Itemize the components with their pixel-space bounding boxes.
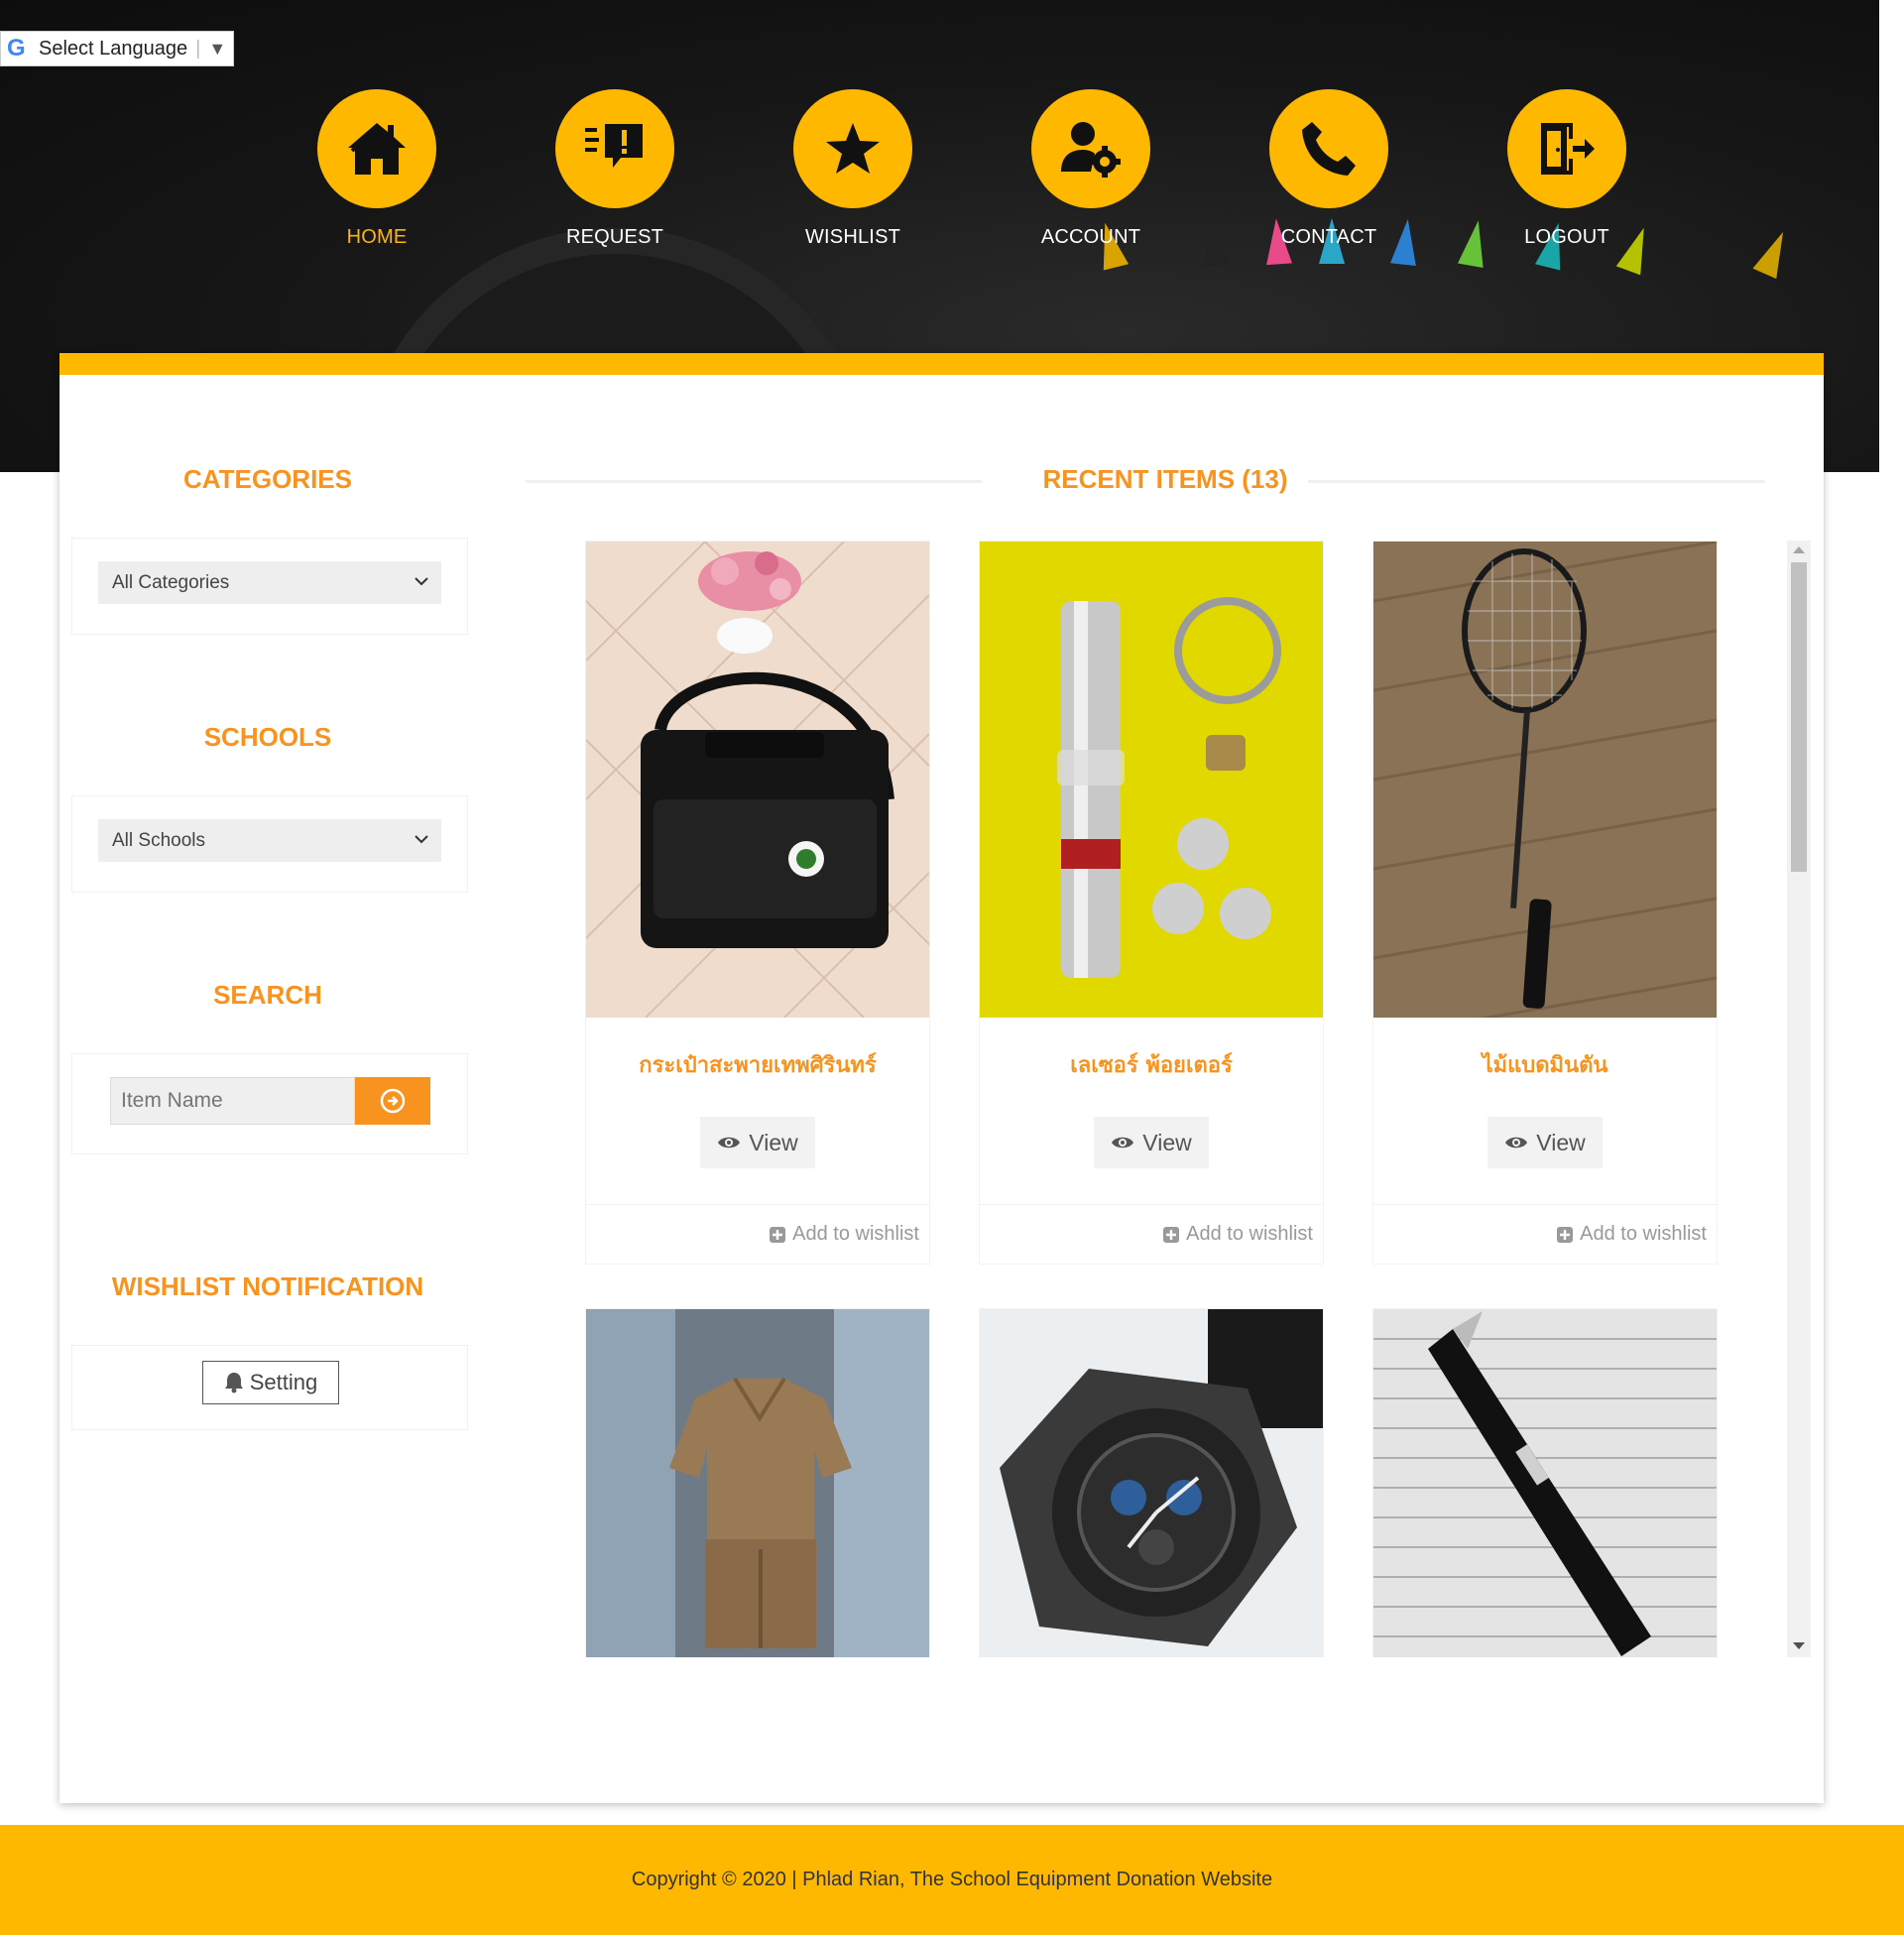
categories-box: All Categories (71, 538, 468, 635)
view-button[interactable]: View (1488, 1117, 1603, 1168)
categories-title: CATEGORIES (183, 464, 352, 494)
wishlist-notification-title: WISHLIST NOTIFICATION (111, 1271, 424, 1301)
recent-items-list[interactable]: กระเป๋าสะพายเทพศิรินทร์ View Add to wish… (536, 541, 1795, 1657)
view-label: View (1142, 1129, 1192, 1155)
plus-square-icon (770, 1226, 786, 1243)
home-icon (317, 89, 436, 208)
nav-contact[interactable]: CONTACT (1250, 89, 1408, 249)
search-box (71, 1053, 468, 1154)
chevron-down-icon (415, 835, 428, 844)
plus-square-icon (1163, 1226, 1180, 1243)
nav-home-label: HOME (346, 226, 408, 248)
search-input[interactable] (110, 1077, 355, 1125)
eye-icon (718, 1137, 741, 1149)
items-scrollbar[interactable] (1787, 541, 1811, 1657)
item-image-laser[interactable] (980, 542, 1323, 1018)
wishlist-notification-box: Setting (71, 1345, 468, 1430)
eye-icon (1112, 1137, 1134, 1149)
view-label: View (749, 1129, 798, 1155)
divider: | (195, 37, 201, 60)
add-to-wishlist-link[interactable]: Add to wishlist (1373, 1204, 1717, 1264)
add-to-wishlist-label: Add to wishlist (1186, 1223, 1313, 1245)
nav-request-label: REQUEST (565, 226, 664, 248)
logout-icon (1507, 89, 1626, 208)
schools-title: SCHOOLS (203, 722, 332, 752)
item-image-uniform[interactable] (586, 1309, 929, 1657)
main-nav: HOME REQUEST WISHLIST ACCOUNT CONTACT LO… (298, 89, 1626, 258)
add-to-wishlist-link[interactable]: Add to wishlist (586, 1204, 929, 1264)
item-image-pen[interactable] (1373, 1309, 1717, 1657)
star-icon (793, 89, 912, 208)
eye-icon (1505, 1137, 1528, 1149)
google-translate-select[interactable]: G Select Language | ▼ (0, 31, 234, 66)
add-to-wishlist-label: Add to wishlist (1580, 1223, 1707, 1245)
item-name[interactable]: ไม้แบดมินตัน (1373, 1047, 1717, 1078)
content-card: CATEGORIES All Categories SCHOOLS All Sc… (60, 353, 1824, 1803)
setting-label: Setting (249, 1370, 318, 1394)
item-card: กระเป๋าสะพายเทพศิรินทร์ View Add to wish… (585, 541, 930, 1265)
item-image-watch[interactable] (980, 1309, 1323, 1657)
view-button[interactable]: View (1094, 1117, 1209, 1168)
google-icon: G (7, 35, 26, 61)
arrow-circle-right-icon (380, 1088, 406, 1114)
nav-home[interactable]: HOME (298, 89, 456, 249)
item-name[interactable]: เลเซอร์ พ้อยเตอร์ (980, 1047, 1323, 1078)
nav-account-label: ACCOUNT (1040, 226, 1141, 248)
schools-select[interactable]: All Schools (98, 819, 441, 862)
scroll-thumb[interactable] (1791, 562, 1807, 872)
add-to-wishlist-link[interactable]: Add to wishlist (980, 1204, 1323, 1264)
item-card (979, 1308, 1324, 1657)
recent-items-title-text: RECENT ITEMS (13) (1022, 464, 1308, 494)
item-name[interactable]: กระเป๋าสะพายเทพศิรินทร์ (586, 1047, 929, 1078)
item-card (1372, 1308, 1718, 1657)
recent-items-title: RECENT ITEMS (13) (536, 464, 1795, 495)
nav-account[interactable]: ACCOUNT (1012, 89, 1170, 249)
language-label: Select Language (39, 37, 188, 60)
accent-bar (60, 353, 1824, 375)
nav-wishlist[interactable]: WISHLIST (774, 89, 932, 249)
bell-icon (224, 1373, 243, 1393)
item-card (585, 1308, 930, 1657)
item-image-bag[interactable] (586, 542, 929, 1018)
chevron-down-icon (415, 577, 428, 586)
categories-select[interactable]: All Categories (98, 561, 441, 604)
nav-logout-label: LOGOUT (1524, 226, 1609, 248)
schools-selected-value: All Schools (112, 829, 205, 851)
add-to-wishlist-label: Add to wishlist (792, 1223, 919, 1245)
plus-square-icon (1557, 1226, 1574, 1243)
copyright-text: Copyright © 2020 | Phlad Rian, The Schoo… (631, 1869, 1273, 1890)
search-button[interactable] (355, 1077, 430, 1125)
dropdown-arrow-icon: ▼ (208, 38, 227, 59)
nav-wishlist-label: WISHLIST (804, 226, 901, 248)
item-card: ไม้แบดมินตัน View Add to wishlist (1372, 541, 1718, 1265)
item-image-racket[interactable] (1373, 542, 1717, 1018)
site-footer: Copyright © 2020 | Phlad Rian, The Schoo… (0, 1825, 1904, 1935)
item-card: เลเซอร์ พ้อยเตอร์ View Add to wishlist (979, 541, 1324, 1265)
nav-contact-label: CONTACT (1280, 226, 1377, 248)
schools-box: All Schools (71, 795, 468, 893)
scroll-up-arrow-icon[interactable] (1793, 546, 1805, 553)
view-label: View (1536, 1129, 1586, 1155)
setting-button[interactable]: Setting (202, 1361, 339, 1404)
nav-request[interactable]: REQUEST (536, 89, 694, 249)
nav-logout[interactable]: LOGOUT (1488, 89, 1646, 249)
scroll-down-arrow-icon[interactable] (1793, 1642, 1805, 1649)
request-icon (555, 89, 674, 208)
view-button[interactable]: View (700, 1117, 815, 1168)
categories-selected-value: All Categories (112, 571, 230, 593)
user-cog-icon (1031, 89, 1150, 208)
search-title: SEARCH (213, 980, 322, 1010)
phone-icon (1269, 89, 1388, 208)
